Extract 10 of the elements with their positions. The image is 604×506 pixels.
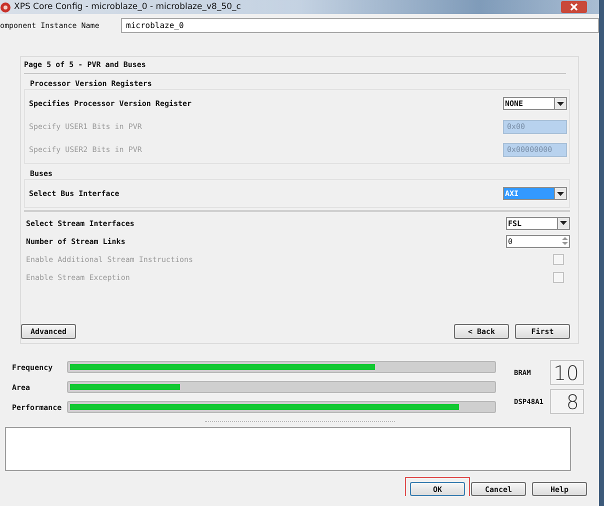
dropdown-arrow-icon [557,192,564,196]
counter-display: 10 [550,360,584,385]
instance-name-field[interactable]: microblaze_0 [121,18,599,33]
dropdown-arrow-icon [557,102,564,106]
close-icon[interactable] [561,1,587,13]
app-icon [0,2,11,12]
window-title: XPS Core Config - microblaze_0 - microblaze_v8_50_c [14,2,241,12]
spinner-arrows-icon[interactable] [562,236,568,246]
dropdown-arrow-icon [560,221,567,225]
counter-display: 8 [550,389,584,414]
